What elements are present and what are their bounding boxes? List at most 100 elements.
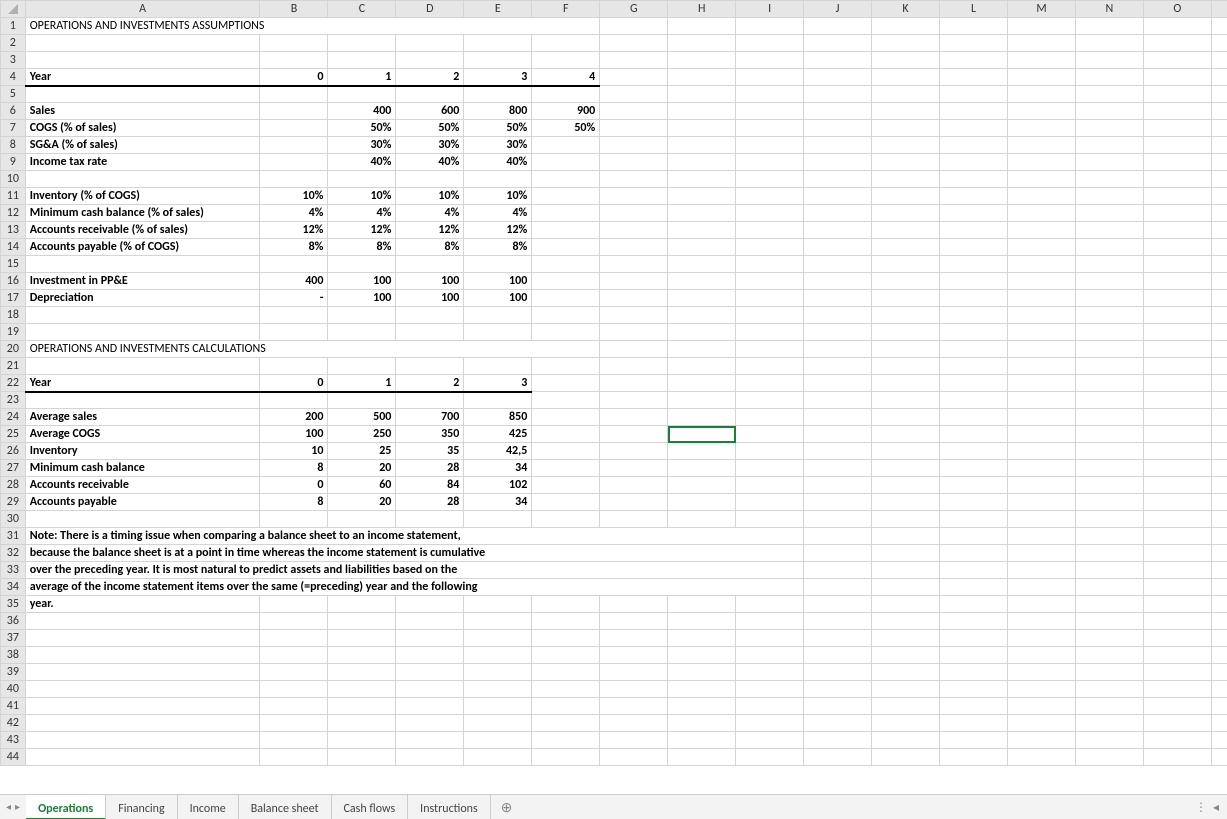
cell-J31[interactable] (804, 528, 872, 545)
cell-M17[interactable] (1007, 290, 1075, 307)
row-header-34[interactable]: 34 (1, 579, 26, 596)
cell-I41[interactable] (736, 698, 804, 715)
cell-J25[interactable] (804, 426, 872, 443)
cell-J2[interactable] (804, 35, 872, 52)
cell-A15[interactable] (25, 256, 260, 273)
cell-P38[interactable] (1211, 647, 1227, 664)
cell-E40[interactable] (464, 681, 532, 698)
cell-F16[interactable] (532, 273, 600, 290)
cell-F9[interactable] (532, 154, 600, 171)
cell-M20[interactable] (1007, 341, 1075, 358)
cell-H38[interactable] (668, 647, 736, 664)
cell-B23[interactable] (260, 392, 328, 409)
row-header-41[interactable]: 41 (1, 698, 26, 715)
cell-I8[interactable] (736, 137, 804, 154)
cell-J11[interactable] (804, 188, 872, 205)
cell-G7[interactable] (600, 120, 668, 137)
cell-C3[interactable] (328, 52, 396, 69)
cell-A38[interactable] (25, 647, 260, 664)
cell-K28[interactable] (872, 477, 940, 494)
cell-G40[interactable] (600, 681, 668, 698)
cell-N12[interactable] (1075, 205, 1143, 222)
cell-O4[interactable] (1143, 69, 1211, 86)
cell-P27[interactable] (1211, 460, 1227, 477)
cell-L7[interactable] (940, 120, 1008, 137)
cell-K8[interactable] (872, 137, 940, 154)
cell-F40[interactable] (532, 681, 600, 698)
cell-M7[interactable] (1007, 120, 1075, 137)
cell-L31[interactable] (940, 528, 1008, 545)
cell-H20[interactable] (668, 341, 736, 358)
cell-J44[interactable] (804, 749, 872, 766)
cell-G9[interactable] (600, 154, 668, 171)
cell-F42[interactable] (532, 715, 600, 732)
cell-A8[interactable]: SG&A (% of sales) (25, 137, 260, 154)
cell-A34[interactable]: average of the income statement items ov… (25, 579, 803, 596)
cell-I17[interactable] (736, 290, 804, 307)
cell-F18[interactable] (532, 307, 600, 324)
cell-J4[interactable] (804, 69, 872, 86)
cell-M42[interactable] (1007, 715, 1075, 732)
cell-O37[interactable] (1143, 630, 1211, 647)
cell-N38[interactable] (1075, 647, 1143, 664)
cell-N16[interactable] (1075, 273, 1143, 290)
cell-K3[interactable] (872, 52, 940, 69)
cell-C44[interactable] (328, 749, 396, 766)
cell-M22[interactable] (1007, 375, 1075, 392)
cell-C4[interactable]: 1 (328, 69, 396, 86)
cell-O26[interactable] (1143, 443, 1211, 460)
column-header-C[interactable]: C (328, 1, 396, 18)
cell-D22[interactable]: 2 (396, 375, 464, 392)
cell-K40[interactable] (872, 681, 940, 698)
cell-G1[interactable] (600, 18, 668, 35)
cell-I38[interactable] (736, 647, 804, 664)
cell-G28[interactable] (600, 477, 668, 494)
cell-J41[interactable] (804, 698, 872, 715)
cell-C39[interactable] (328, 664, 396, 681)
cell-N19[interactable] (1075, 324, 1143, 341)
cell-L43[interactable] (940, 732, 1008, 749)
cell-F35[interactable] (532, 596, 600, 613)
cell-J29[interactable] (804, 494, 872, 511)
cell-F23[interactable] (532, 392, 600, 409)
cell-K41[interactable] (872, 698, 940, 715)
row-header-26[interactable]: 26 (1, 443, 26, 460)
row-header-29[interactable]: 29 (1, 494, 26, 511)
cell-D26[interactable]: 35 (396, 443, 464, 460)
cell-G10[interactable] (600, 171, 668, 188)
cell-D21[interactable] (396, 358, 464, 375)
cell-I16[interactable] (736, 273, 804, 290)
row-header-33[interactable]: 33 (1, 562, 26, 579)
cell-F7[interactable]: 50% (532, 120, 600, 137)
row-header-42[interactable]: 42 (1, 715, 26, 732)
cell-L3[interactable] (940, 52, 1008, 69)
cell-K25[interactable] (872, 426, 940, 443)
cell-I18[interactable] (736, 307, 804, 324)
cell-P40[interactable] (1211, 681, 1227, 698)
cell-I23[interactable] (736, 392, 804, 409)
cell-B22[interactable]: 0 (260, 375, 328, 392)
cell-O24[interactable] (1143, 409, 1211, 426)
cell-C16[interactable]: 100 (328, 273, 396, 290)
cell-E11[interactable]: 10% (464, 188, 532, 205)
cell-P37[interactable] (1211, 630, 1227, 647)
cell-B2[interactable] (260, 35, 328, 52)
cell-E19[interactable] (464, 324, 532, 341)
cell-F36[interactable] (532, 613, 600, 630)
cell-E23[interactable] (464, 392, 532, 409)
select-all-corner[interactable] (1, 1, 26, 18)
cell-B28[interactable]: 0 (260, 477, 328, 494)
cell-A25[interactable]: Average COGS (25, 426, 260, 443)
cell-E38[interactable] (464, 647, 532, 664)
cell-N43[interactable] (1075, 732, 1143, 749)
cell-I5[interactable] (736, 86, 804, 103)
cell-N7[interactable] (1075, 120, 1143, 137)
cell-M16[interactable] (1007, 273, 1075, 290)
cell-J23[interactable] (804, 392, 872, 409)
cell-E15[interactable] (464, 256, 532, 273)
cell-B6[interactable] (260, 103, 328, 120)
cell-B9[interactable] (260, 154, 328, 171)
cell-G18[interactable] (600, 307, 668, 324)
cell-H30[interactable] (668, 511, 736, 528)
cell-C42[interactable] (328, 715, 396, 732)
